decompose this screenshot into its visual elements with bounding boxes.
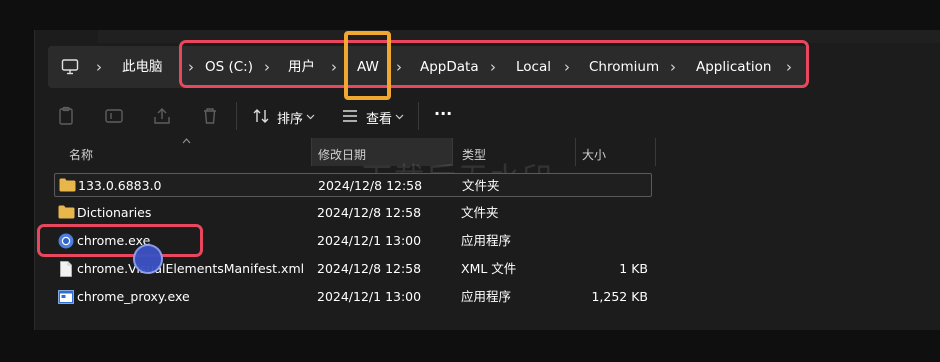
delete-icon[interactable] xyxy=(200,106,220,126)
file-name[interactable]: Dictionaries xyxy=(77,201,151,225)
file-type: 文件夹 xyxy=(462,178,500,193)
sort-icon[interactable] xyxy=(251,106,271,126)
breadcrumb-separator[interactable]: › xyxy=(96,46,102,88)
file-modified: 2024/12/8 12:58 xyxy=(318,178,423,193)
column-header-size[interactable]: 大小 xyxy=(582,146,606,163)
file-modified: 2024/12/1 13:00 xyxy=(317,233,422,248)
document-icon xyxy=(60,261,72,277)
view-button[interactable]: 查看 xyxy=(366,108,392,127)
more-options-button[interactable]: ··· xyxy=(434,104,452,123)
rename-icon[interactable] xyxy=(104,106,124,126)
file-name[interactable]: chrome_proxy.exe xyxy=(77,285,190,309)
view-icon[interactable] xyxy=(340,106,360,126)
chrome-exe-highlight-box xyxy=(37,224,203,257)
app-window-icon xyxy=(58,290,74,304)
column-header-name[interactable]: 名称 xyxy=(69,146,93,163)
chevron-down-icon[interactable] xyxy=(306,112,315,121)
file-type: 应用程序 xyxy=(461,233,512,248)
file-modified: 2024/12/8 12:58 xyxy=(317,205,422,220)
file-name[interactable]: 133.0.6883.0 xyxy=(78,174,162,198)
file-modified: 2024/12/1 13:00 xyxy=(317,289,422,304)
share-icon[interactable] xyxy=(152,106,172,126)
folder-icon xyxy=(59,178,76,192)
click-indicator xyxy=(133,244,163,274)
file-type: 应用程序 xyxy=(461,289,512,304)
column-separator[interactable] xyxy=(655,138,656,166)
chevron-down-icon[interactable] xyxy=(395,112,404,121)
path-highlight-box xyxy=(179,40,809,88)
file-row[interactable]: chrome_proxy.exe 2024/12/1 13:00 应用程序 1,… xyxy=(54,285,652,309)
computer-icon[interactable] xyxy=(61,58,79,76)
file-row[interactable]: Dictionaries 2024/12/8 12:58 文件夹 xyxy=(54,201,652,225)
file-modified: 2024/12/8 12:58 xyxy=(317,261,422,276)
breadcrumb-this-pc[interactable]: 此电脑 xyxy=(122,46,163,88)
sort-button[interactable]: 排序 xyxy=(277,108,303,127)
paste-icon[interactable] xyxy=(56,106,76,126)
file-type: XML 文件 xyxy=(461,261,517,276)
folder-icon xyxy=(58,205,75,219)
toolbar-divider xyxy=(236,102,237,130)
file-name[interactable]: chrome.VisualElementsManifest.xml xyxy=(77,257,304,281)
file-type: 文件夹 xyxy=(461,205,499,220)
column-separator[interactable] xyxy=(575,138,576,166)
file-row[interactable]: 133.0.6883.0 2024/12/8 12:58 文件夹 xyxy=(54,173,652,197)
column-separator[interactable] xyxy=(311,138,312,166)
file-size: 1,252 KB xyxy=(591,289,648,304)
toolbar-divider xyxy=(418,102,419,130)
column-header-modified[interactable]: 修改日期 xyxy=(318,146,366,163)
sort-ascending-icon xyxy=(182,138,191,144)
username-highlight-box xyxy=(344,31,391,100)
file-size: 1 KB xyxy=(619,261,648,276)
